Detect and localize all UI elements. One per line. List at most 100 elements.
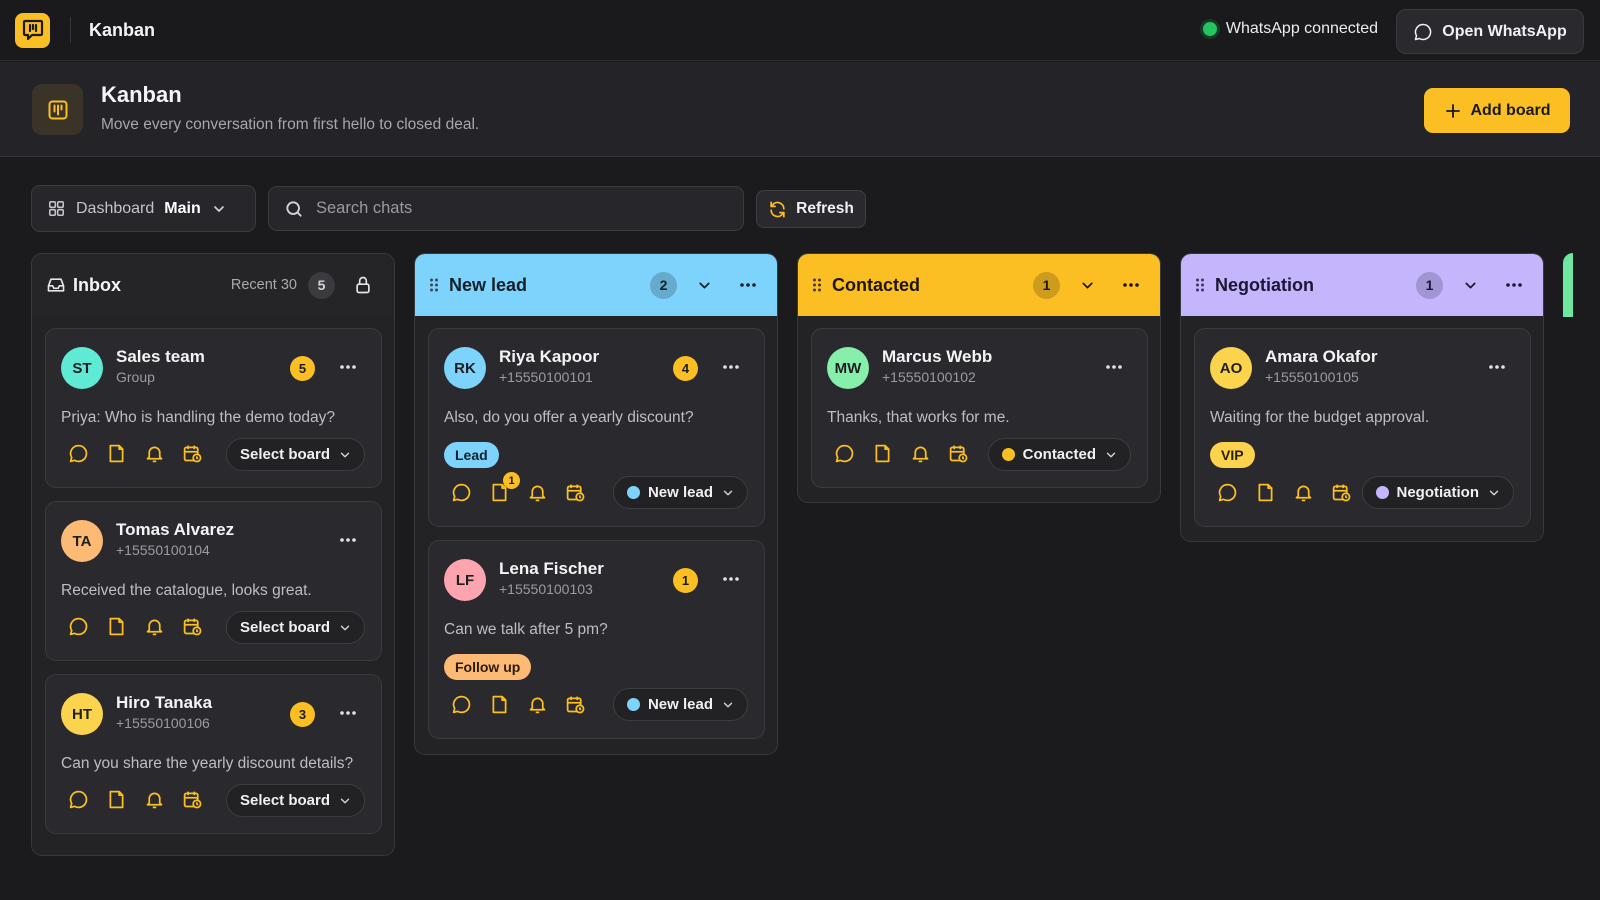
chat-card[interactable]: HT Hiro Tanaka +15550100106 3 Can you sh… (45, 674, 382, 834)
board-select[interactable]: Negotiation (1361, 476, 1514, 509)
more-icon[interactable] (1114, 268, 1148, 302)
calendar-clock-icon[interactable] (182, 443, 203, 464)
chevron-down-icon[interactable] (1070, 268, 1104, 302)
board-select[interactable]: Select board (225, 611, 365, 644)
refresh-icon (768, 200, 787, 219)
add-board-button[interactable]: Add board (1424, 88, 1570, 133)
calendar-clock-icon[interactable] (1331, 482, 1352, 503)
chat-icon[interactable] (68, 443, 89, 464)
bell-icon[interactable] (910, 443, 931, 464)
column-count-badge: 2 (650, 271, 677, 299)
contact-name: Marcus Webb (882, 347, 993, 366)
column-header: Contacted 1 (798, 254, 1160, 316)
avatar: LF (444, 559, 486, 601)
column-header: Negotiation 1 (1181, 254, 1543, 316)
dashboard-value: Main (164, 199, 201, 217)
chat-icon[interactable] (68, 789, 89, 810)
chat-icon[interactable] (451, 482, 472, 503)
board-select-label: New lead (647, 484, 713, 501)
column-title: New lead (449, 274, 528, 295)
bell-icon[interactable] (144, 789, 165, 810)
drag-handle-icon[interactable] (812, 277, 822, 293)
label-tag: VIP (1210, 442, 1255, 468)
note-icon[interactable]: 1 (489, 472, 520, 503)
chat-icon[interactable] (68, 616, 89, 637)
chat-card[interactable]: MW Marcus Webb +15550100102 Thanks, that… (811, 328, 1148, 488)
board-color-dot (1001, 448, 1015, 461)
note-icon[interactable] (106, 443, 127, 464)
dashboard-select[interactable]: Dashboard Main (31, 185, 256, 232)
contact-subtitle: +15550100105 (1265, 369, 1359, 385)
last-message: Thanks, that works for me. (827, 409, 1010, 426)
more-icon[interactable] (716, 354, 746, 380)
more-icon[interactable] (333, 354, 363, 380)
drag-handle-icon[interactable] (429, 277, 439, 293)
board-color-dot (1375, 486, 1389, 499)
board-select[interactable]: New lead (612, 476, 748, 509)
contact-name: Sales team (116, 347, 205, 366)
chat-icon[interactable] (451, 694, 472, 715)
board-select[interactable]: New lead (612, 688, 748, 721)
more-icon[interactable] (333, 700, 363, 726)
calendar-clock-icon[interactable] (565, 482, 586, 503)
board-select[interactable]: Select board (225, 438, 365, 471)
chat-card[interactable]: TA Tomas Alvarez +15550100104 Received t… (45, 501, 382, 661)
search-input[interactable] (316, 199, 716, 218)
note-icon[interactable] (872, 443, 893, 464)
calendar-clock-icon[interactable] (182, 789, 203, 810)
search-bar[interactable] (268, 186, 744, 231)
chat-icon[interactable] (1217, 482, 1238, 503)
open-whatsapp-button[interactable]: Open WhatsApp (1396, 9, 1584, 54)
chat-card[interactable]: AO Amara Okafor +15550100105 Waiting for… (1194, 328, 1531, 527)
board-select[interactable]: Contacted (987, 438, 1131, 471)
chevron-down-icon (1104, 448, 1118, 462)
column-count-badge: 1 (1033, 271, 1060, 299)
bell-icon[interactable] (527, 482, 548, 503)
bell-icon[interactable] (144, 616, 165, 637)
chevron-down-icon[interactable] (687, 268, 721, 302)
more-icon[interactable] (1482, 354, 1512, 380)
chevron-down-icon[interactable] (1453, 268, 1487, 302)
contact-name: Hiro Tanaka (116, 693, 213, 712)
chat-card[interactable]: ST Sales team Group 5 Priya: Who is hand… (45, 328, 382, 488)
more-icon[interactable] (333, 527, 363, 553)
chat-card[interactable]: LF Lena Fischer +15550100103 1 Can we ta… (428, 540, 765, 739)
note-icon[interactable] (106, 616, 127, 637)
calendar-clock-icon[interactable] (565, 694, 586, 715)
more-icon[interactable] (1099, 354, 1129, 380)
board-column-contacted: Contacted 1 MW Marcus Webb +15550100102 … (797, 253, 1161, 503)
calendar-clock-icon[interactable] (948, 443, 969, 464)
unread-badge: 5 (290, 356, 315, 381)
board-select-label: New lead (647, 696, 713, 713)
chevron-down-icon (338, 621, 352, 635)
chevron-down-icon (1487, 486, 1501, 500)
recent-label: Recent 30 (230, 277, 297, 293)
drag-handle-icon[interactable] (1195, 277, 1205, 293)
last-message: Also, do you offer a yearly discount? (444, 409, 694, 426)
note-icon[interactable] (1255, 482, 1276, 503)
note-icon[interactable] (106, 789, 127, 810)
bell-icon[interactable] (1293, 482, 1314, 503)
more-icon[interactable] (716, 566, 746, 592)
last-message: Can we talk after 5 pm? (444, 621, 608, 638)
refresh-button[interactable]: Refresh (756, 190, 866, 228)
lock-icon[interactable] (346, 268, 380, 302)
chat-icon[interactable] (834, 443, 855, 464)
chat-card[interactable]: RK Riya Kapoor +15550100101 4 Also, do y… (428, 328, 765, 527)
more-icon[interactable] (1497, 268, 1531, 302)
board-select[interactable]: Select board (225, 784, 365, 817)
contact-subtitle: +15550100106 (116, 715, 210, 731)
avatar: AO (1210, 347, 1252, 389)
board-select-label: Contacted (1022, 446, 1096, 463)
inbox-count-badge: 5 (308, 271, 335, 299)
board-column-negotiation: Negotiation 1 AO Amara Okafor +155501001… (1180, 253, 1544, 542)
avatar: ST (61, 347, 103, 389)
more-icon[interactable] (731, 268, 765, 302)
bell-icon[interactable] (527, 694, 548, 715)
note-icon[interactable] (489, 694, 510, 715)
column-header: New lead 2 (415, 254, 777, 316)
bell-icon[interactable] (144, 443, 165, 464)
inbox-title: Inbox (73, 274, 121, 295)
calendar-clock-icon[interactable] (182, 616, 203, 637)
add-board-label: Add board (1470, 101, 1551, 119)
